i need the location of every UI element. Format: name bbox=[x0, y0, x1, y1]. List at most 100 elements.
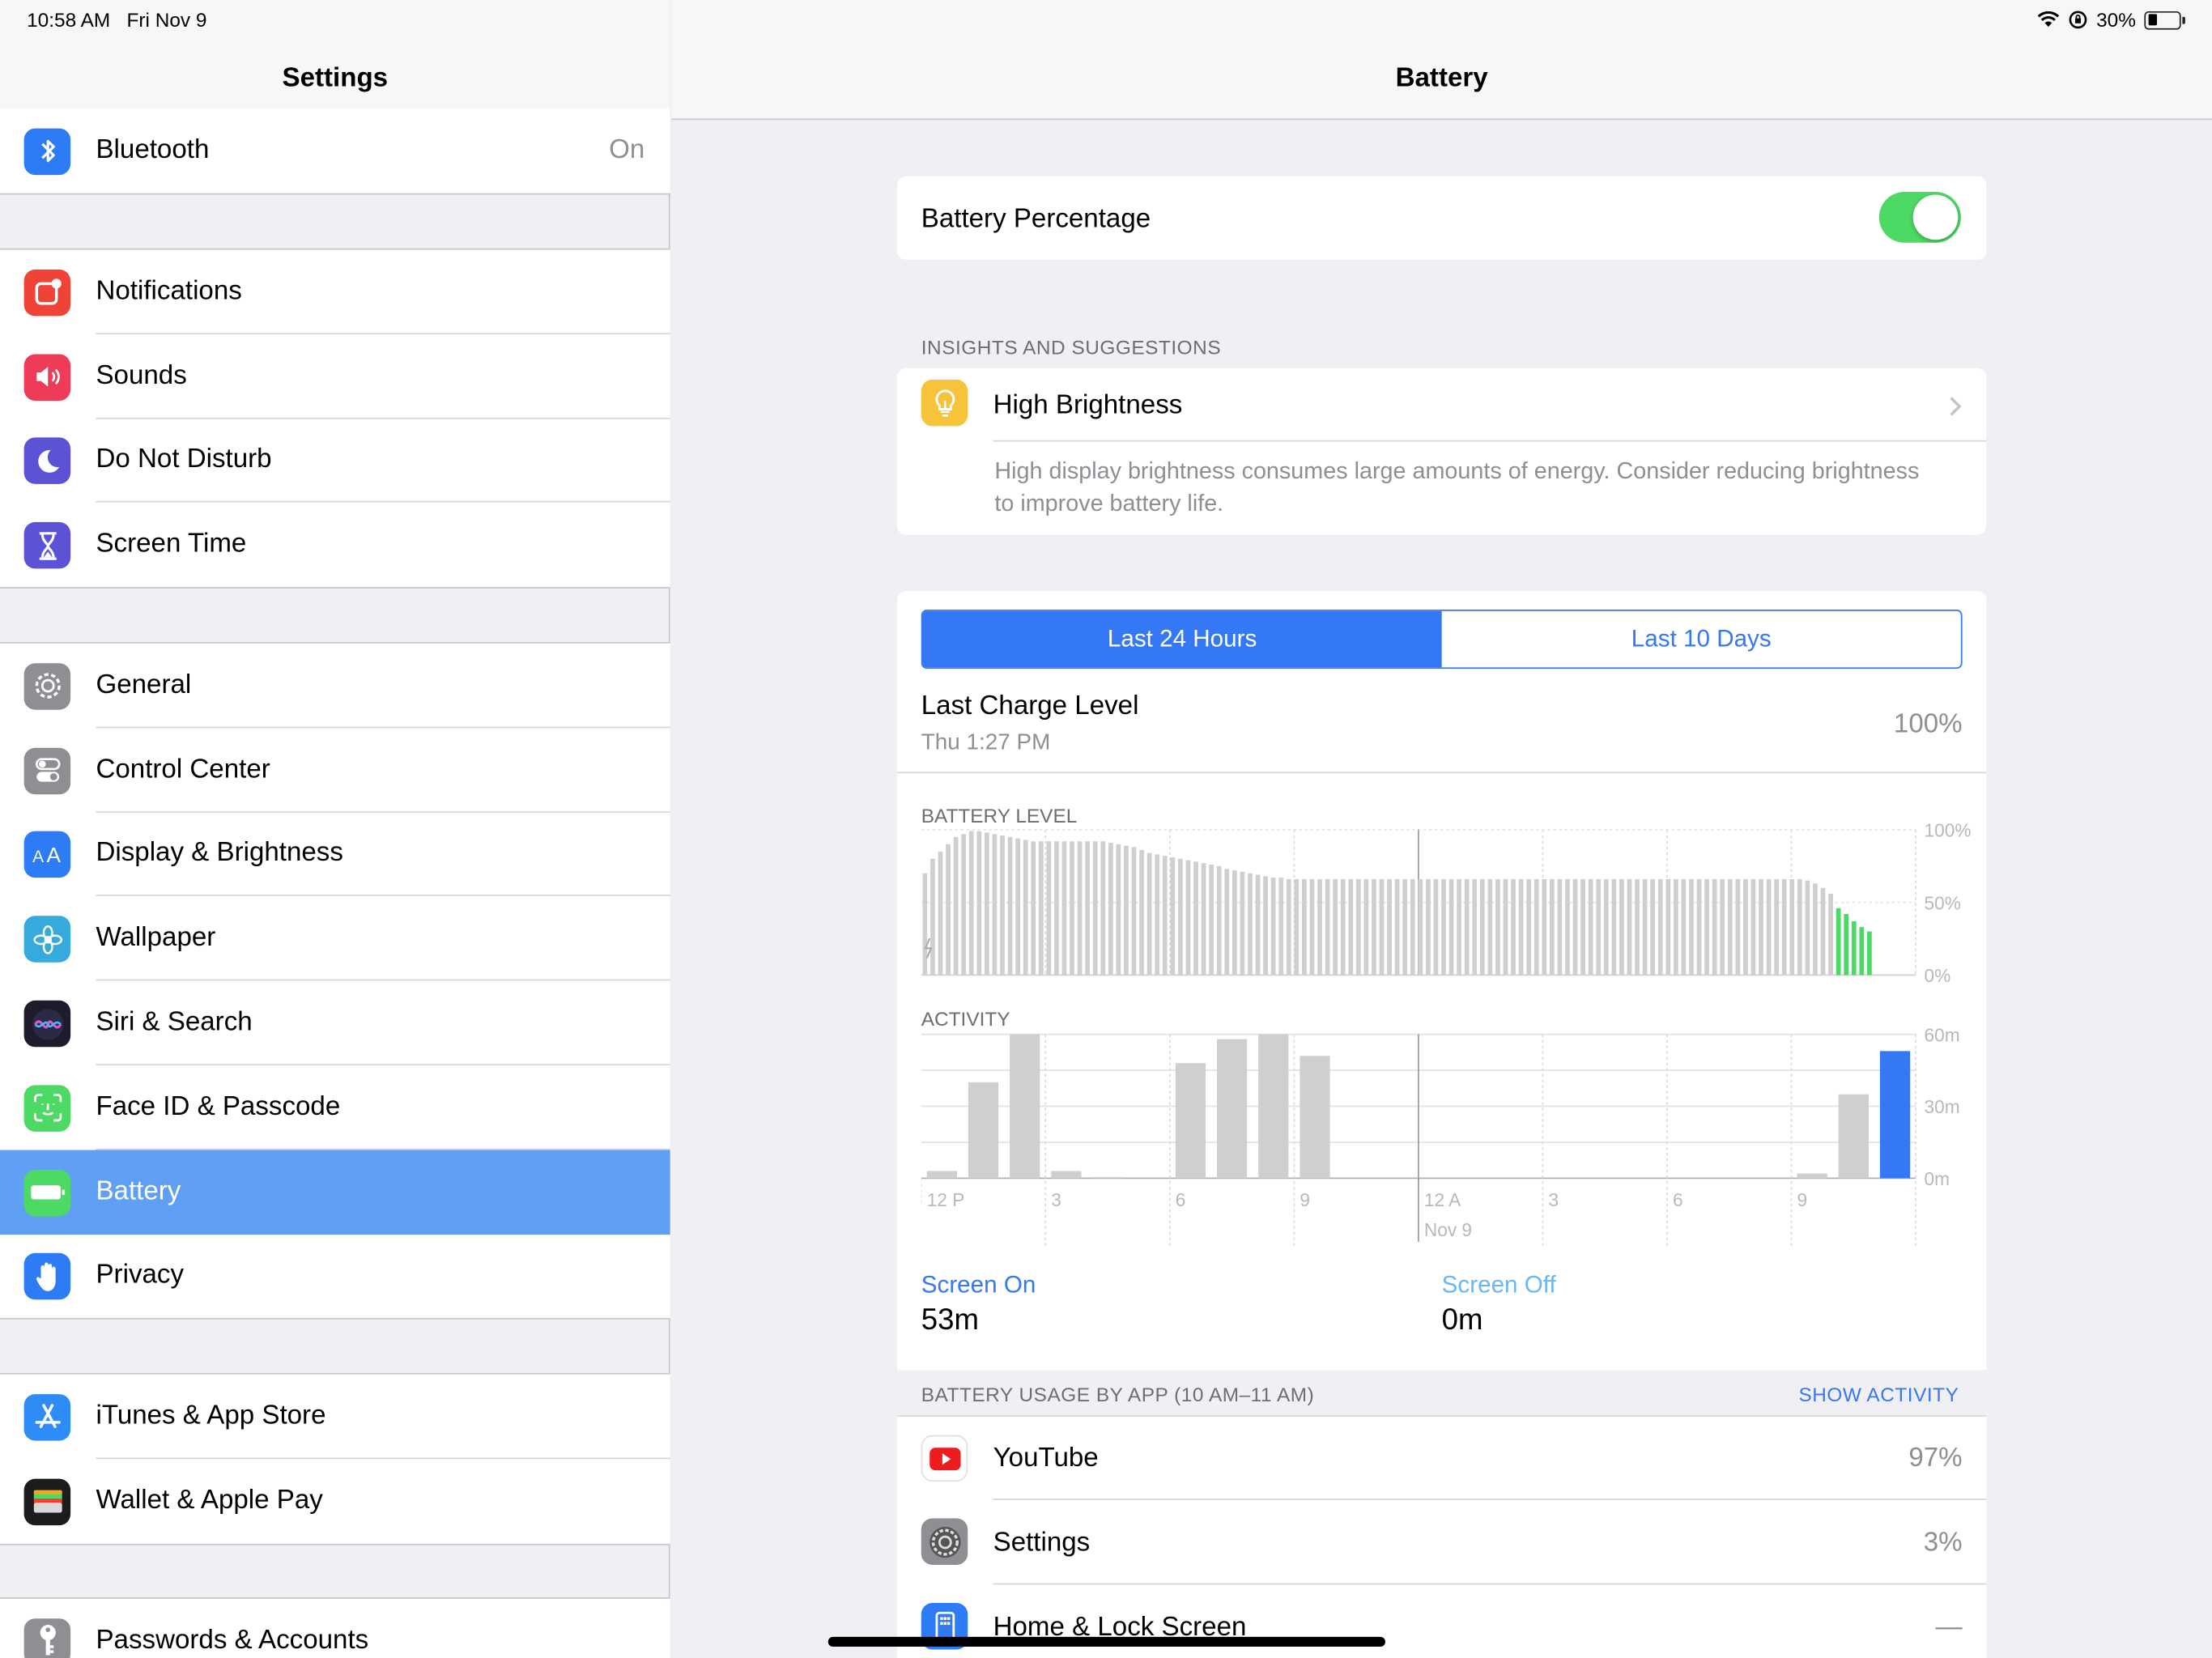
siri-icon bbox=[23, 1000, 71, 1048]
battery-level-bar bbox=[930, 858, 935, 976]
tab-last-24-hours[interactable]: Last 24 Hours bbox=[922, 610, 1442, 668]
battery-level-bar bbox=[1859, 927, 1865, 976]
sidebar-item-siri-search[interactable]: Siri & Search bbox=[0, 981, 670, 1065]
battery-percentage-toggle[interactable] bbox=[1878, 192, 1961, 243]
app-row-home-lock-screen[interactable]: Home & Lock Screen — bbox=[897, 1584, 1986, 1658]
battery-level-bar bbox=[1727, 878, 1733, 976]
sidebar-item-face-id[interactable]: Face ID & Passcode bbox=[0, 1065, 670, 1150]
sidebar-item-label: Display & Brightness bbox=[96, 839, 343, 869]
bluetooth-status: On bbox=[609, 135, 645, 165]
sidebar-item-label: Notifications bbox=[96, 276, 242, 307]
battery-level-bar bbox=[1433, 878, 1439, 976]
screen-off-label: Screen Off bbox=[1441, 1271, 1556, 1299]
battery-level-bar bbox=[1100, 841, 1106, 976]
battery-level-bar bbox=[1472, 878, 1478, 976]
sidebar-item-bluetooth[interactable]: Bluetooth On bbox=[0, 108, 670, 193]
app-name: Settings bbox=[993, 1528, 1091, 1558]
app-name: YouTube bbox=[993, 1443, 1099, 1473]
battery-level-bar bbox=[1743, 878, 1748, 976]
time-axis-tick-label: 6 bbox=[1673, 1189, 1683, 1210]
battery-level-bar bbox=[1549, 878, 1555, 976]
moon-icon bbox=[23, 438, 71, 485]
battery-y-tick-label: 50% bbox=[1925, 892, 1961, 913]
sidebar-item-battery[interactable]: Battery bbox=[0, 1150, 670, 1235]
battery-level-bar bbox=[946, 844, 951, 976]
time-axis-tick-label: 3 bbox=[1051, 1189, 1061, 1210]
battery-level-bar bbox=[1557, 878, 1563, 976]
sidebar-item-label: Face ID & Passcode bbox=[96, 1091, 341, 1122]
battery-level-bar bbox=[1162, 856, 1168, 976]
sidebar-item-wallpaper[interactable]: Wallpaper bbox=[0, 896, 670, 981]
battery-level-bar bbox=[1619, 878, 1624, 976]
sidebar-item-screen-time[interactable]: Screen Time bbox=[0, 503, 670, 587]
speaker-icon bbox=[23, 353, 71, 401]
screen-on-value: 53m bbox=[921, 1303, 979, 1337]
time-axis-date-label: Nov 9 bbox=[1424, 1219, 1472, 1240]
battery-level-bar bbox=[1511, 878, 1516, 976]
activity-bar bbox=[1797, 1173, 1827, 1179]
sidebar-item-app-store[interactable]: iTunes & App Store bbox=[0, 1375, 670, 1459]
sidebar-item-label: Bluetooth bbox=[96, 135, 210, 165]
sidebar-title: Settings bbox=[282, 63, 389, 94]
battery-level-bar bbox=[1828, 893, 1833, 976]
app-row-settings[interactable]: Settings 3% bbox=[897, 1500, 1987, 1585]
battery-level-bar bbox=[1844, 913, 1849, 976]
battery-level-bar bbox=[1240, 871, 1245, 976]
battery-level-bar bbox=[1085, 841, 1091, 976]
battery-level-bar bbox=[1603, 878, 1609, 976]
battery-level-bar bbox=[1000, 835, 1005, 976]
battery-level-bar bbox=[1077, 841, 1083, 976]
battery-level-bar bbox=[1170, 857, 1176, 976]
sidebar-item-display-brightness[interactable]: AA Display & Brightness bbox=[0, 812, 670, 897]
battery-level-bar bbox=[1387, 878, 1392, 976]
home-indicator[interactable] bbox=[827, 1636, 1385, 1647]
battery-level-bar bbox=[1487, 878, 1493, 976]
app-usage-value: 3% bbox=[1923, 1528, 1963, 1558]
sidebar-item-do-not-disturb[interactable]: Do Not Disturb bbox=[0, 419, 670, 504]
sidebar-item-general[interactable]: General bbox=[0, 644, 670, 729]
app-row-youtube[interactable]: YouTube 97% bbox=[897, 1417, 1987, 1500]
sidebar-item-control-center[interactable]: Control Center bbox=[0, 728, 670, 813]
battery-level-bar bbox=[1023, 840, 1028, 976]
lightbulb-icon bbox=[921, 379, 968, 427]
battery-level-bar bbox=[961, 834, 967, 976]
battery-level-bar bbox=[1070, 841, 1074, 976]
sidebar-item-passwords[interactable]: Passwords & Accounts bbox=[0, 1599, 670, 1658]
insight-description: High display brightness consumes large a… bbox=[994, 458, 1920, 517]
activity-y-tick-label: 30m bbox=[1925, 1096, 1960, 1117]
tab-last-10-days[interactable]: Last 10 Days bbox=[1442, 611, 1961, 668]
group-alerts: Notifications Sounds Do Not Disturb Scre… bbox=[0, 248, 670, 589]
insight-card[interactable]: High Brightness High display brightness … bbox=[897, 368, 1987, 535]
battery-level-bar bbox=[968, 831, 974, 976]
key-icon bbox=[23, 1618, 71, 1658]
sidebar-item-label: Screen Time bbox=[96, 529, 247, 559]
battery-level-bar bbox=[1611, 878, 1617, 976]
battery-level-bar bbox=[1448, 878, 1454, 976]
show-activity-link[interactable]: SHOW ACTIVITY bbox=[1798, 1383, 1959, 1405]
activity-bar bbox=[1258, 1034, 1289, 1179]
sidebar-item-privacy[interactable]: Privacy bbox=[0, 1234, 670, 1318]
battery-percentage-row: Battery Percentage bbox=[897, 176, 1987, 260]
battery-level-bar bbox=[1789, 878, 1795, 976]
activity-bar bbox=[926, 1171, 957, 1179]
battery-level-bar bbox=[1340, 878, 1346, 976]
sidebar-item-notifications[interactable]: Notifications bbox=[0, 250, 670, 334]
gear-icon bbox=[23, 663, 71, 710]
detail-title: Battery bbox=[1395, 63, 1488, 94]
battery-level-bar bbox=[1046, 841, 1052, 976]
battery-level-bar bbox=[1379, 878, 1385, 976]
battery-percentage-label: Battery Percentage bbox=[921, 204, 1151, 235]
app-store-icon bbox=[23, 1393, 71, 1441]
battery-level-bar bbox=[1518, 878, 1524, 976]
sidebar-item-wallet[interactable]: Wallet & Apple Pay bbox=[0, 1459, 670, 1543]
battery-level-bar bbox=[1750, 878, 1756, 976]
battery-level-bar bbox=[1054, 841, 1059, 976]
flower-icon bbox=[23, 916, 71, 963]
battery-level-bar bbox=[1108, 843, 1113, 976]
battery-level-bar bbox=[1363, 878, 1369, 976]
time-axis-tick-label: 6 bbox=[1176, 1189, 1186, 1210]
sidebar-item-sounds[interactable]: Sounds bbox=[0, 334, 670, 419]
battery-level-bar bbox=[1224, 869, 1230, 976]
battery-level-bar bbox=[1185, 860, 1191, 976]
sidebar-item-label: Sounds bbox=[96, 360, 187, 391]
